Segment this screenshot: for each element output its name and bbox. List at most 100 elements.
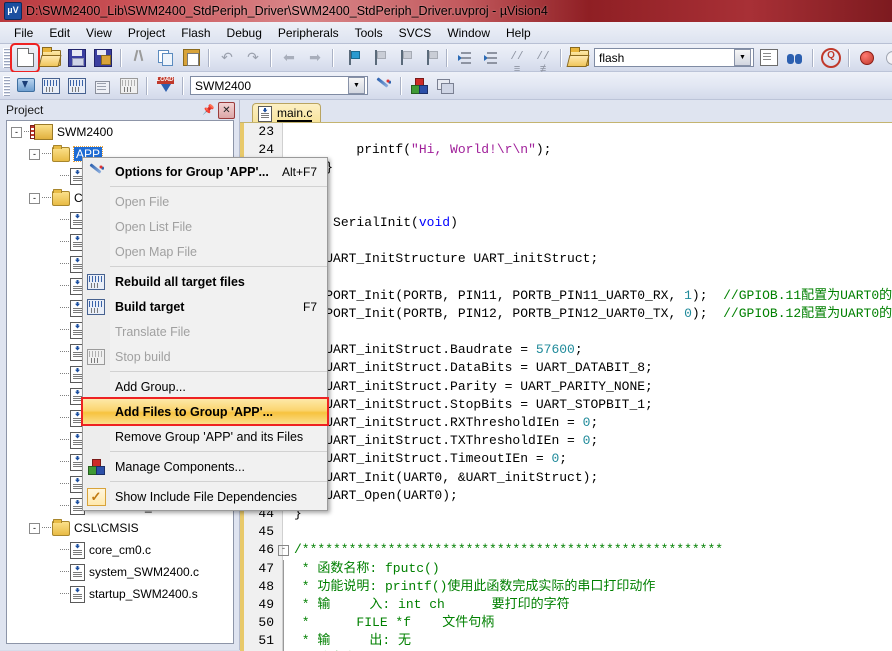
debug-q-icon: Q [821, 47, 841, 68]
fold-marker[interactable]: - [278, 541, 289, 559]
tree-item[interactable]: startup_SWM2400.s [7, 583, 233, 605]
menu-flash[interactable]: Flash [173, 23, 218, 43]
pushpin-icon[interactable]: 📌 [201, 103, 216, 118]
menu-project[interactable]: Project [120, 23, 173, 43]
menu-window[interactable]: Window [439, 23, 498, 43]
close-icon[interactable]: ✕ [218, 101, 235, 119]
paste-button[interactable] [179, 46, 203, 70]
context-menu-item[interactable]: Rebuild all target files [83, 269, 327, 294]
code-view[interactable]: 2324 printf("Hi, World!\r\n");25 }26}272… [240, 122, 892, 651]
menu-svcs[interactable]: SVCS [391, 23, 440, 43]
paste-icon [182, 49, 200, 66]
options-for-target-button[interactable] [371, 74, 395, 98]
redo-button[interactable]: ↷ [241, 46, 265, 70]
chevron-down-icon[interactable]: ▼ [348, 77, 365, 94]
menu-peripherals[interactable]: Peripherals [270, 23, 347, 43]
start-debug-button[interactable]: Q [819, 46, 843, 70]
breakpoint-button[interactable] [855, 46, 879, 70]
translate-button[interactable] [13, 74, 37, 98]
outdent-button[interactable] [479, 46, 503, 70]
book-combo[interactable]: flash ▼ [594, 48, 754, 67]
cut-button[interactable] [127, 46, 151, 70]
tree-line [60, 439, 69, 441]
next-bookmark-button[interactable] [391, 46, 415, 70]
menu-tools[interactable]: Tools [347, 23, 391, 43]
save-button[interactable] [65, 46, 89, 70]
tab-main-c[interactable]: main.c [252, 103, 322, 123]
code-line: 37 UART_initStruct.Parity = UART_PARITY_… [240, 378, 892, 396]
copy-button[interactable] [153, 46, 177, 70]
context-menu-item[interactable]: Manage Components... [83, 454, 327, 479]
toolbar-separator [332, 48, 334, 67]
line-number: 46 [258, 542, 274, 558]
toolbar-separator [208, 48, 210, 67]
code-text: UART_InitStructure UART_initStruct; [294, 251, 599, 267]
build-target-button[interactable] [39, 74, 63, 98]
open-folder-icon [41, 46, 61, 66]
navigate-back-button[interactable]: ⬅ [277, 46, 301, 70]
uncomment-button[interactable]: //≢ [531, 46, 555, 76]
menu-item-icon [83, 159, 109, 184]
tree-line [60, 571, 69, 573]
main-toolbar: ↶ ↷ ⬅ ➡ //≡ //≢ flash ▼ Q [0, 42, 892, 76]
menu-debug[interactable]: Debug [219, 23, 270, 43]
tree-expander-icon[interactable]: - [29, 148, 40, 160]
code-text: * 功能说明: printf()使用此函数完成实际的串口打印动作 [294, 578, 656, 594]
context-menu-item[interactable]: ✓ Show Include File Dependencies [83, 484, 327, 509]
tree-expander-icon[interactable]: - [29, 522, 40, 534]
open-book-button[interactable] [567, 46, 591, 70]
disable-breakpoint-button[interactable] [881, 46, 892, 70]
context-menu-item[interactable]: Build target F7 [83, 294, 327, 319]
open-book-icon [569, 46, 589, 66]
context-menu-item[interactable]: Add Files to Group 'APP'... [81, 397, 329, 426]
save-all-button[interactable] [91, 46, 115, 70]
rebuild-all-button[interactable] [65, 74, 89, 98]
manage-components-button[interactable] [407, 74, 431, 98]
code-line: 27 [240, 196, 892, 214]
menu-view[interactable]: View [78, 23, 120, 43]
chevron-down-icon[interactable]: ▼ [734, 49, 751, 66]
context-menu-item[interactable]: Remove Group 'APP' and its Files [83, 424, 327, 449]
tree-item[interactable]: - CSL\CMSIS [7, 517, 233, 539]
navigate-forward-button[interactable]: ➡ [303, 46, 327, 70]
indent-button[interactable] [453, 46, 477, 70]
insert-file-button[interactable] [757, 46, 781, 70]
tree-item[interactable]: - SWM2400 [7, 121, 233, 143]
menu-help[interactable]: Help [498, 23, 539, 43]
open-file-button[interactable] [39, 46, 63, 70]
code-text: } [294, 505, 302, 521]
stop-build-button[interactable] [117, 74, 141, 98]
clear-bookmarks-button[interactable] [417, 46, 441, 70]
manage-project-items-button[interactable] [433, 74, 457, 98]
fold-marker[interactable] [278, 632, 289, 651]
menu-separator [110, 371, 327, 372]
undo-button[interactable]: ↶ [215, 46, 239, 70]
line-number: 45 [258, 524, 274, 540]
download-button[interactable]: LOAD [153, 74, 177, 98]
batch-build-button[interactable] [91, 74, 115, 98]
code-text: } [289, 178, 892, 196]
comment-button[interactable]: //≡ [505, 46, 529, 76]
menu-edit[interactable]: Edit [41, 23, 78, 43]
tree-item[interactable]: core_cm0.c [7, 539, 233, 561]
toolbar-separator [812, 48, 814, 67]
uncomment-lines-icon: //≢ [536, 51, 550, 76]
toolbar-grip[interactable] [3, 47, 10, 68]
toolbar-grip[interactable] [3, 75, 10, 96]
code-text: UART_initStruct.StopBits = UART_STOPBIT_… [294, 396, 653, 412]
new-file-button[interactable] [10, 42, 40, 73]
toggle-bookmark-button[interactable] [339, 46, 363, 70]
context-menu-item[interactable]: Add Group... [83, 374, 327, 399]
target-combo[interactable]: SWM2400 ▼ [190, 76, 368, 95]
menu-file[interactable]: File [6, 23, 41, 43]
context-menu-items: Options for Group 'APP'... Alt+F7 Open Fil… [81, 159, 329, 509]
context-menu-item[interactable]: Options for Group 'APP'... Alt+F7 [83, 159, 327, 184]
prev-bookmark-button[interactable] [365, 46, 389, 70]
group-context-menu[interactable]: Options for Group 'APP'... Alt+F7 Open Fil… [81, 157, 329, 511]
tree-item-label: CSL\CMSIS [74, 521, 139, 535]
tree-expander-icon[interactable]: - [29, 192, 40, 204]
tree-item[interactable]: system_SWM2400.c [7, 561, 233, 583]
find-in-files-button[interactable] [783, 46, 807, 70]
tree-expander-icon[interactable]: - [11, 126, 22, 138]
arrow-left-icon: ⬅ [283, 49, 295, 65]
